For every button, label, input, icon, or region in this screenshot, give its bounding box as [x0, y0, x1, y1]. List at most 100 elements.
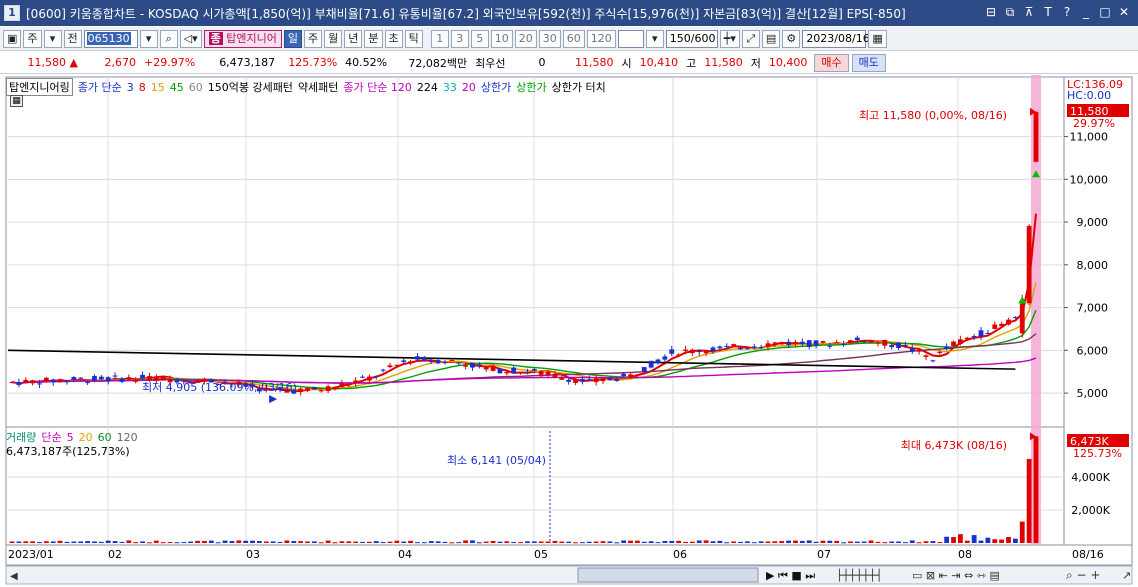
- interval-120[interactable]: 120: [586, 29, 616, 48]
- candle-body: [634, 374, 640, 376]
- volume-bar: [751, 542, 757, 544]
- window-number-badge[interactable]: 1: [4, 5, 20, 21]
- low-price: 10,400: [768, 56, 808, 69]
- scrollbar-thumb[interactable]: [577, 567, 759, 583]
- volume-current-label: 6,473,187주(125,73%): [6, 443, 130, 459]
- interval-3[interactable]: 3: [450, 29, 469, 48]
- price-legend: 탑엔지니어링 종가 단순 3 8 15 45 60 150억봉 강세패턴 약세패…: [6, 78, 606, 96]
- prev-button[interactable]: 전: [63, 29, 82, 48]
- settings-gear-icon[interactable]: ⚙: [782, 29, 801, 48]
- candle-body: [470, 362, 475, 368]
- candle-body: [394, 364, 400, 366]
- chart-svg[interactable]: 11,000 10,000 9,000 8,000 7,000 6,000 5,000 4,0…: [0, 0, 1138, 587]
- price-axis-label: 8,000: [1077, 259, 1109, 272]
- candle-body: [834, 342, 840, 344]
- calendar-icon[interactable]: ▦: [868, 29, 887, 48]
- interval-20[interactable]: 20: [514, 29, 537, 48]
- type-select[interactable]: 주: [23, 29, 42, 48]
- candle-body: [827, 345, 833, 347]
- interval-dropdown-icon[interactable]: ▾: [645, 29, 664, 48]
- sell-button[interactable]: 매도: [851, 53, 886, 72]
- period-tab-week[interactable]: 주: [304, 29, 323, 48]
- minimize-icon[interactable]: _: [1078, 4, 1094, 20]
- view-tools-icon[interactable]: ▭ ⊠ ⇤ ⇥ ⇔ ⇿ ▤: [912, 569, 1000, 582]
- candle-body: [964, 337, 970, 340]
- volume-bar: [353, 541, 359, 543]
- chevron-down-icon[interactable]: ▾: [43, 29, 62, 48]
- speaker-icon[interactable]: ◁▾: [179, 29, 202, 48]
- font-icon[interactable]: T: [1040, 4, 1056, 20]
- candle-body: [621, 373, 627, 377]
- code-dropdown-icon[interactable]: ▾: [139, 29, 158, 48]
- candle-body: [85, 382, 91, 384]
- maximize-icon[interactable]: □: [1097, 4, 1113, 20]
- volume-bar: [834, 540, 840, 543]
- candle-body: [9, 381, 15, 383]
- interval-1[interactable]: 1: [430, 29, 449, 48]
- volume-bar: [593, 541, 599, 543]
- volume-bar: [415, 542, 420, 544]
- candle-body: [456, 362, 462, 364]
- pin-icon[interactable]: ⊼: [1021, 4, 1037, 20]
- period-tab-tick[interactable]: 틱: [404, 29, 423, 48]
- interval-10[interactable]: 10: [490, 29, 513, 48]
- preferred-label: 최우선: [475, 56, 506, 70]
- period-tab-day[interactable]: 일: [283, 29, 302, 48]
- link-icon[interactable]: ⊟: [983, 4, 999, 20]
- candle-body: [689, 349, 695, 354]
- help-icon[interactable]: ?: [1059, 4, 1075, 20]
- period-tab-year[interactable]: 년: [344, 29, 363, 48]
- candle-body: [916, 349, 922, 352]
- scroll-left-icon[interactable]: ◀: [10, 571, 18, 582]
- stock-code-input[interactable]: 065130: [83, 29, 138, 48]
- candle-body: [772, 342, 778, 344]
- volume-bar: [854, 541, 860, 543]
- volume-bar: [401, 541, 407, 543]
- grid-table-icon[interactable]: ▦: [10, 95, 23, 107]
- playback-controls-icon[interactable]: ▶ ⏮ ■ ⏭: [766, 569, 815, 582]
- period-tab-month[interactable]: 월: [324, 29, 343, 48]
- chart-area[interactable]: 11,000 10,000 9,000 8,000 7,000 6,000 5,000 4,0…: [0, 0, 1138, 587]
- volume-bar: [875, 541, 881, 543]
- close-icon[interactable]: ✕: [1116, 4, 1132, 20]
- candle-body: [999, 323, 1005, 327]
- interval-custom-input[interactable]: [617, 29, 644, 48]
- volume-bar: [964, 540, 970, 543]
- date-input[interactable]: 2023/08/16: [802, 29, 870, 48]
- buy-button[interactable]: 매수: [814, 53, 849, 72]
- bar-count-input[interactable]: 150/600: [665, 29, 718, 48]
- last-price: 11,580: [575, 56, 614, 69]
- copy-window-icon[interactable]: ⧉: [1002, 4, 1018, 20]
- legend-stock-name[interactable]: 탑엔지니어링: [6, 78, 73, 96]
- target-stock-name[interactable]: 종 탑엔지니어: [203, 29, 282, 48]
- candle-body: [896, 342, 901, 348]
- interval-60[interactable]: 60: [562, 29, 585, 48]
- volume-bar: [284, 540, 290, 543]
- period-tab-second[interactable]: 초: [384, 29, 403, 48]
- zoom-slider-icon[interactable]: ├┼┼┼┼┼┤: [836, 568, 882, 582]
- interval-5[interactable]: 5: [470, 29, 489, 48]
- period-tab-minute[interactable]: 분: [364, 29, 383, 48]
- drawing-tools-icon[interactable]: ⤢: [741, 29, 760, 48]
- volume-bar: [257, 541, 262, 543]
- zoom-in-out-icon[interactable]: ⌕ − +: [1066, 568, 1100, 582]
- save-icon[interactable]: ▤: [761, 29, 781, 48]
- candle-type-icon[interactable]: ┿▾: [719, 29, 740, 48]
- candle-body: [57, 379, 63, 383]
- search-icon[interactable]: ⌕: [159, 29, 178, 48]
- vol-legend-ma-60: 60: [97, 430, 112, 444]
- candle-body: [944, 346, 950, 349]
- candle-body: [875, 342, 881, 344]
- candle-body: [476, 364, 482, 366]
- volume-bar: [181, 542, 187, 544]
- volume-bar: [325, 540, 331, 543]
- interval-30[interactable]: 30: [538, 29, 561, 48]
- volume-bar: [799, 540, 805, 543]
- volume-bar: [174, 542, 180, 544]
- layout-icon[interactable]: ▣: [3, 29, 22, 48]
- price-tag-pct: 29.97%: [1073, 117, 1115, 130]
- volume-bar: [291, 541, 297, 543]
- candle-body: [662, 356, 668, 360]
- zoom-fit-icon[interactable]: ↗: [1122, 569, 1131, 582]
- volume-bar: [408, 540, 414, 543]
